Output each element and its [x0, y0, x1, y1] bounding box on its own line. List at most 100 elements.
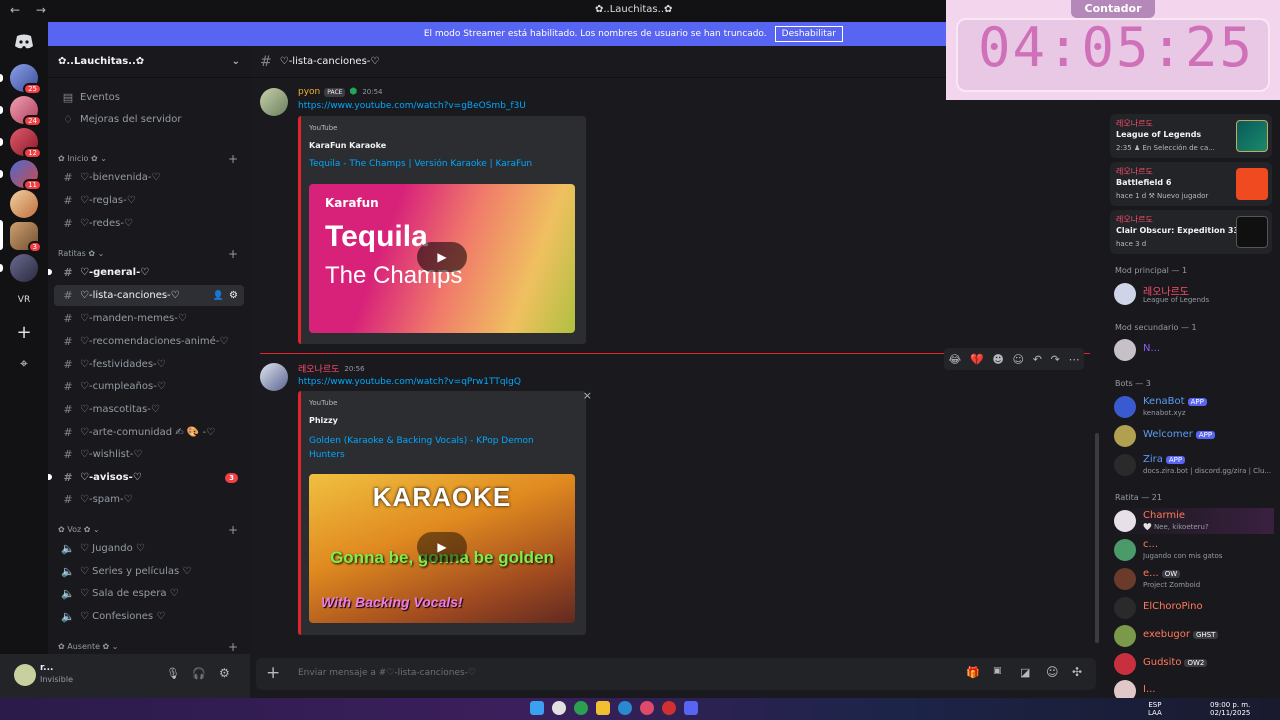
server-vr[interactable]: VR	[10, 286, 38, 314]
activity-card[interactable]: 레오나르도 Battlefield 6 hace 1 d ⚒ Nuevo jug…	[1110, 162, 1272, 206]
add-channel-icon[interactable]: +	[228, 523, 238, 537]
video-thumbnail[interactable]: Karafun Tequila The Champs ▶	[309, 184, 575, 333]
reaction-emoji-icon[interactable]: 😂	[948, 353, 961, 366]
avatar[interactable]	[260, 363, 288, 391]
gif-icon[interactable]: ▣	[993, 666, 1002, 676]
channel-item[interactable]: # ♡-cumpleaños-♡	[54, 376, 244, 397]
category-voz[interactable]: ✿ Voz ✿ ⌄ +	[58, 523, 244, 537]
message-link[interactable]: https://www.youtube.com/watch?v=qPrw1TTq…	[298, 377, 521, 387]
guild-header[interactable]: ✿..Lauchitas..✿ ⌄	[48, 46, 250, 78]
discord-home-icon[interactable]	[10, 28, 38, 56]
app-icon[interactable]	[662, 701, 676, 715]
app-icon[interactable]	[618, 701, 632, 715]
clock[interactable]: 09:00 p. m. 02/11/2025	[1210, 701, 1250, 717]
microphone-icon[interactable]: 🎙	[166, 667, 180, 680]
channel-item[interactable]: # ♡-arte-comunidad ✍ 🎨 -♡	[54, 422, 244, 443]
channel-item-active[interactable]: # ♡-lista-canciones-♡ ⚙ 👤	[54, 285, 244, 306]
active-server-icon[interactable]: 3	[10, 222, 42, 253]
message-link[interactable]: https://www.youtube.com/watch?v=gBeOSmb_…	[298, 101, 526, 111]
embed-title[interactable]: Golden (Karaoke & Backing Vocals) - KPop…	[309, 434, 559, 462]
app-icon[interactable]	[530, 701, 544, 715]
channel-item[interactable]: # ♡-avisos-♡ 3	[48, 467, 244, 488]
category-inicio[interactable]: ✿ Inicio ✿ ⌄ +	[58, 152, 244, 166]
category-ausente[interactable]: ✿ Ausente ✿ ⌄ +	[58, 640, 244, 654]
member-item[interactable]: KenaBot APP kenabot.xyz	[1114, 394, 1274, 420]
member-item[interactable]: Welcomer APP	[1114, 423, 1274, 449]
member-item[interactable]: Zira APP docs.zira.bot | discord.gg/zira |…	[1114, 452, 1274, 478]
voice-channel-item[interactable]: 🔈 ♡ Series y películas ♡	[54, 561, 244, 582]
reaction-custom-icon[interactable]: ☻	[992, 353, 1003, 366]
user-settings-gear-icon[interactable]: ⚙	[219, 666, 230, 680]
play-icon[interactable]: ▶	[417, 532, 467, 562]
channel-item[interactable]: # ♡-general-♡	[48, 262, 244, 283]
boosts-item[interactable]: ♢ Mejoras del servidor	[54, 109, 244, 130]
embed-provider[interactable]: YouTube	[309, 124, 337, 132]
member-item[interactable]: exebugor GHST	[1114, 623, 1274, 649]
member-item[interactable]: c... Jugando con mis gatos	[1114, 537, 1274, 563]
add-server-icon[interactable]: +	[10, 318, 38, 346]
channel-item[interactable]: # ♡-mascotitas-♡	[54, 399, 244, 420]
nav-arrows[interactable]: ← →	[10, 3, 52, 17]
channel-item[interactable]: # ♡-recomendaciones-animé-♡	[54, 331, 244, 352]
channel-item[interactable]: # ♡-manden-memes-♡	[54, 308, 244, 329]
play-icon[interactable]: ▶	[417, 242, 467, 272]
folder-icon[interactable]	[596, 701, 610, 715]
voice-channel-item[interactable]: 🔈 ♡ Jugando ♡	[54, 538, 244, 559]
server-icon[interactable]: 25	[10, 64, 42, 95]
disable-streamer-button[interactable]: Deshabilitar	[774, 26, 843, 42]
server-icon[interactable]: 12	[10, 128, 42, 159]
close-icon[interactable]: ×	[583, 389, 592, 402]
server-icon[interactable]	[10, 254, 38, 282]
server-icon[interactable]: 11	[10, 160, 42, 191]
discord-taskbar-icon[interactable]	[684, 701, 698, 715]
app-icon[interactable]	[574, 701, 588, 715]
reply-icon[interactable]: ↶	[1033, 353, 1042, 366]
voice-channel-item[interactable]: 🔈 ♡ Confesiones ♡	[54, 606, 244, 627]
server-icon[interactable]: 24	[10, 96, 42, 127]
add-channel-icon[interactable]: +	[228, 152, 238, 166]
embed-provider[interactable]: YouTube	[309, 399, 337, 407]
message-input[interactable]: Enviar mensaje a #♡-lista-canciones-♡	[298, 668, 476, 678]
channel-item[interactable]: # ♡-reglas-♡	[54, 190, 244, 211]
add-reaction-icon[interactable]: ☺	[1013, 353, 1024, 366]
member-item[interactable]: e... OW Project Zomboid	[1114, 566, 1274, 592]
activity-card[interactable]: 레오나르도 League of Legends 2:35 ♟ En Selecc…	[1110, 114, 1272, 158]
message-author[interactable]: 레오나르도	[298, 362, 339, 375]
channel-item[interactable]: # ♡-festividades-♡	[54, 354, 244, 375]
channel-item[interactable]: # ♡-redes-♡	[54, 213, 244, 234]
avatar[interactable]	[14, 664, 36, 686]
explore-icon[interactable]: ⌖	[10, 350, 38, 378]
voice-channel-item[interactable]: 🔈 ♡ Sala de espera ♡	[54, 583, 244, 604]
emoji-icon[interactable]: ☺	[1046, 665, 1059, 679]
forward-icon[interactable]: ↷	[1051, 353, 1060, 366]
message-author[interactable]: pyon	[298, 87, 320, 97]
embed-title[interactable]: Tequila - The Champs | Versión Karaoke |…	[309, 159, 579, 169]
add-attachment-icon[interactable]: +	[266, 663, 280, 683]
keyboard-language[interactable]: ESP LAA	[1148, 701, 1162, 717]
app-icon[interactable]	[640, 701, 654, 715]
reaction-heart-icon[interactable]: 💔	[970, 353, 984, 366]
apps-icon[interactable]: ✣	[1072, 665, 1082, 679]
activity-card[interactable]: 레오나르도 Clair Obscur: Expedition 33 hace 3…	[1110, 210, 1272, 254]
channel-item[interactable]: # ♡-bienvenida-♡	[54, 167, 244, 188]
server-icon[interactable]	[10, 190, 38, 218]
member-item[interactable]: Charmie 🤍 Nee, kikoeteru?	[1114, 508, 1274, 534]
headphones-icon[interactable]: 🎧	[192, 667, 206, 680]
member-item[interactable]: N...	[1114, 337, 1274, 363]
channel-item[interactable]: # ♡-wishlist-♡	[54, 444, 244, 465]
channel-item[interactable]: # ♡-spam-♡	[54, 489, 244, 510]
member-item[interactable]: 레오나르도 League of Legends	[1114, 281, 1274, 307]
avatar[interactable]	[260, 88, 288, 116]
scrollbar[interactable]	[1095, 433, 1099, 643]
embed-author[interactable]: Phizzy	[309, 416, 338, 425]
add-channel-icon[interactable]: +	[228, 640, 238, 654]
app-icon[interactable]	[552, 701, 566, 715]
invite-icon[interactable]: 👤	[213, 291, 224, 301]
events-item[interactable]: ▤ Eventos	[54, 87, 244, 108]
video-thumbnail[interactable]: KARAOKE Gonna be, gonna be golden With B…	[309, 474, 575, 623]
settings-gear-icon[interactable]: ⚙	[229, 290, 238, 301]
gift-icon[interactable]: 🎁	[966, 666, 980, 679]
add-channel-icon[interactable]: +	[228, 247, 238, 261]
member-item[interactable]: Gudsito OW2	[1114, 651, 1274, 677]
member-item[interactable]: ElChoroPino	[1114, 595, 1274, 621]
